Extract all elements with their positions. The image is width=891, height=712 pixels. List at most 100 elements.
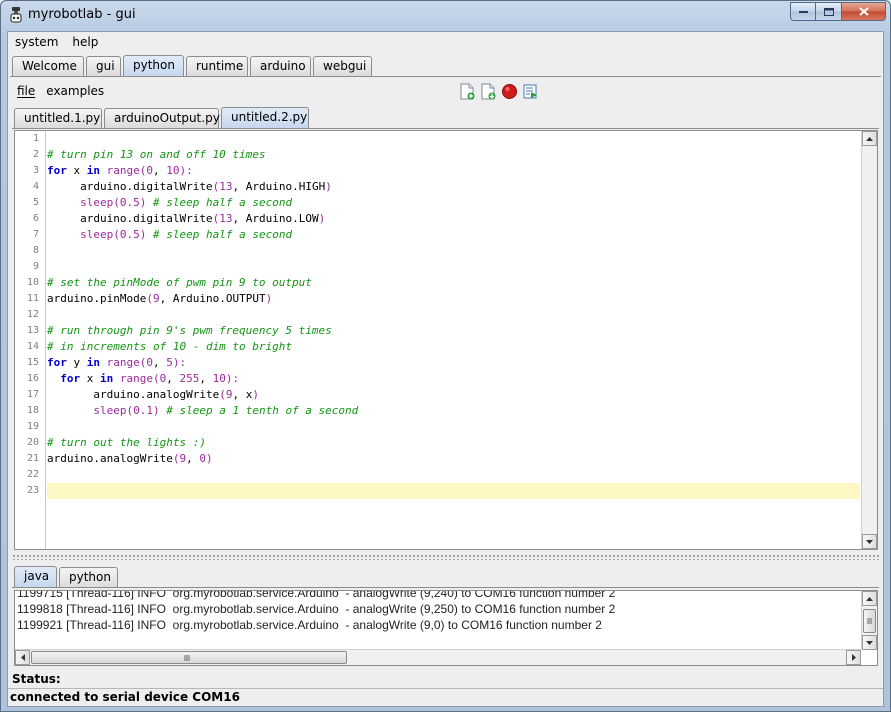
- code-line[interactable]: sleep(0.1) # sleep a 1 tenth of a second: [47, 403, 358, 419]
- menu-system[interactable]: system: [8, 32, 65, 54]
- tab-untitled-1[interactable]: untitled.1.py: [14, 108, 102, 128]
- open-script-icon: [481, 83, 496, 100]
- tab-divider: [10, 76, 881, 77]
- line-number: 11: [26, 293, 39, 304]
- code-line[interactable]: for x in range(0, 255, 10):: [47, 371, 239, 387]
- log-scroll-down-button[interactable]: [862, 635, 877, 650]
- code-line[interactable]: # run through pin 9's pwm frequency 5 ti…: [47, 323, 332, 339]
- execute-icon: [523, 84, 537, 99]
- arrow-left-icon: [20, 654, 25, 661]
- window-title: myrobotlab - gui: [28, 7, 136, 22]
- maximize-button[interactable]: [816, 2, 842, 21]
- log-horizontal-thumb[interactable]: [31, 651, 347, 664]
- code-line[interactable]: sleep(0.5) # sleep half a second: [47, 195, 292, 211]
- execute-button[interactable]: [522, 83, 539, 100]
- line-number-gutter: 1 2 3 4 5 6 7 8 9 10 11 12 13 14 15 16 17 18 19 20 21 22 23: [15, 131, 46, 549]
- line-number: 14: [26, 341, 39, 352]
- code-line[interactable]: # in increments of 10 - dim to bright: [47, 339, 292, 355]
- tab-gui[interactable]: gui: [86, 56, 121, 76]
- code-line[interactable]: # turn out the lights :): [47, 435, 206, 451]
- new-script-button[interactable]: [459, 83, 476, 100]
- title-bar[interactable]: myrobotlab - gui: [1, 1, 890, 29]
- menu-bar: system help: [8, 32, 883, 54]
- log-line: 1199921 [Thread-116] INFO org.myrobotlab…: [17, 618, 602, 632]
- code-line[interactable]: arduino.analogWrite(9, 0): [47, 451, 213, 467]
- code-line[interactable]: arduino.digitalWrite(13, Arduino.LOW): [47, 211, 325, 227]
- close-icon: [858, 7, 869, 16]
- line-number: 15: [26, 357, 39, 368]
- status-message: connected to serial device COM16: [10, 690, 240, 704]
- status-label: Status:: [12, 672, 61, 686]
- log-console[interactable]: 1199715 [Thread-116] INFO org.myrobotlab…: [14, 590, 878, 666]
- code-line[interactable]: arduino.pinMode(9, Arduino.OUTPUT): [47, 291, 272, 307]
- tab-java[interactable]: java: [14, 566, 57, 587]
- code-line[interactable]: arduino.digitalWrite(13, Arduino.HIGH): [47, 179, 332, 195]
- file-menu[interactable]: file: [17, 84, 35, 98]
- menu-help[interactable]: help: [65, 32, 105, 54]
- log-line: 1199715 [Thread-116] INFO org.myrobotlab…: [17, 590, 616, 600]
- line-number: 8: [32, 245, 39, 256]
- line-number: 3: [32, 165, 39, 176]
- log-scroll-right-button[interactable]: [846, 650, 861, 665]
- log-vertical-scrollbar[interactable]: [861, 591, 877, 650]
- grip-icon: [867, 618, 872, 624]
- code-line[interactable]: arduino.analogWrite(9, x): [47, 387, 259, 403]
- console-tab-divider: [12, 587, 879, 588]
- code-line[interactable]: # turn pin 13 on and off 10 times: [47, 147, 266, 163]
- console-tabs: java python: [14, 566, 120, 587]
- line-number: 10: [26, 277, 39, 288]
- code-line[interactable]: sleep(0.5) # sleep half a second: [47, 227, 292, 243]
- open-script-button[interactable]: [480, 83, 497, 100]
- arrow-up-icon: [866, 596, 873, 601]
- arrow-down-icon: [866, 539, 873, 544]
- log-scroll-left-button[interactable]: [15, 650, 30, 665]
- arrow-up-icon: [866, 136, 873, 141]
- line-number: 16: [26, 373, 39, 384]
- code-line[interactable]: for x in range(0, 10):: [47, 163, 193, 179]
- tab-python[interactable]: python: [123, 55, 184, 76]
- line-number: 7: [32, 229, 39, 240]
- line-number: 1: [32, 133, 39, 144]
- code-area[interactable]: # turn pin 13 on and off 10 times for x i…: [47, 131, 860, 549]
- tab-arduino[interactable]: arduino: [250, 56, 311, 76]
- log-vertical-thumb[interactable]: [863, 609, 876, 633]
- tab-runtime[interactable]: runtime: [186, 56, 248, 76]
- code-line[interactable]: # set the pinMode of pwm pin 9 to output: [47, 275, 312, 291]
- arrow-down-icon: [866, 640, 873, 645]
- line-number: 19: [26, 421, 39, 432]
- log-horizontal-scrollbar[interactable]: [15, 649, 861, 665]
- scroll-down-button[interactable]: [862, 534, 877, 549]
- minimize-button[interactable]: [790, 2, 816, 21]
- tab-arduino-output[interactable]: arduinoOutput.py: [104, 108, 220, 128]
- arrow-right-icon: [851, 654, 856, 661]
- log-line: 1199818 [Thread-116] INFO org.myrobotlab…: [17, 602, 616, 616]
- line-number: 21: [26, 453, 39, 464]
- line-number: 5: [32, 197, 39, 208]
- editor-vertical-scrollbar[interactable]: [861, 131, 877, 549]
- status-divider: [8, 688, 883, 689]
- line-number: 17: [26, 389, 39, 400]
- tab-welcome[interactable]: Welcome: [12, 56, 84, 76]
- tab-python-console[interactable]: python: [59, 567, 118, 587]
- line-number: 18: [26, 405, 39, 416]
- maximize-icon: [823, 7, 834, 16]
- log-scroll-up-button[interactable]: [862, 591, 877, 606]
- split-pane-divider[interactable]: [12, 554, 879, 560]
- line-number: 23: [26, 485, 39, 496]
- stop-button[interactable]: [501, 83, 518, 100]
- tab-webgui[interactable]: webgui: [313, 56, 372, 76]
- line-number: 20: [26, 437, 39, 448]
- grip-icon: [184, 655, 190, 661]
- app-icon: [10, 7, 22, 23]
- tab-untitled-2[interactable]: untitled.2.py: [221, 107, 309, 128]
- scroll-up-button[interactable]: [862, 131, 877, 146]
- code-editor[interactable]: 1 2 3 4 5 6 7 8 9 10 11 12 13 14 15 16 17 18 19 20 21 22 23 # …: [14, 130, 878, 550]
- line-number: 9: [32, 261, 39, 272]
- line-number: 4: [32, 181, 39, 192]
- minimize-icon: [798, 10, 808, 13]
- close-button[interactable]: [842, 2, 886, 21]
- examples-menu[interactable]: examples: [46, 84, 104, 98]
- file-tab-divider: [12, 128, 879, 129]
- code-line[interactable]: for y in range(0, 5):: [47, 355, 186, 371]
- line-number: 2: [32, 149, 39, 160]
